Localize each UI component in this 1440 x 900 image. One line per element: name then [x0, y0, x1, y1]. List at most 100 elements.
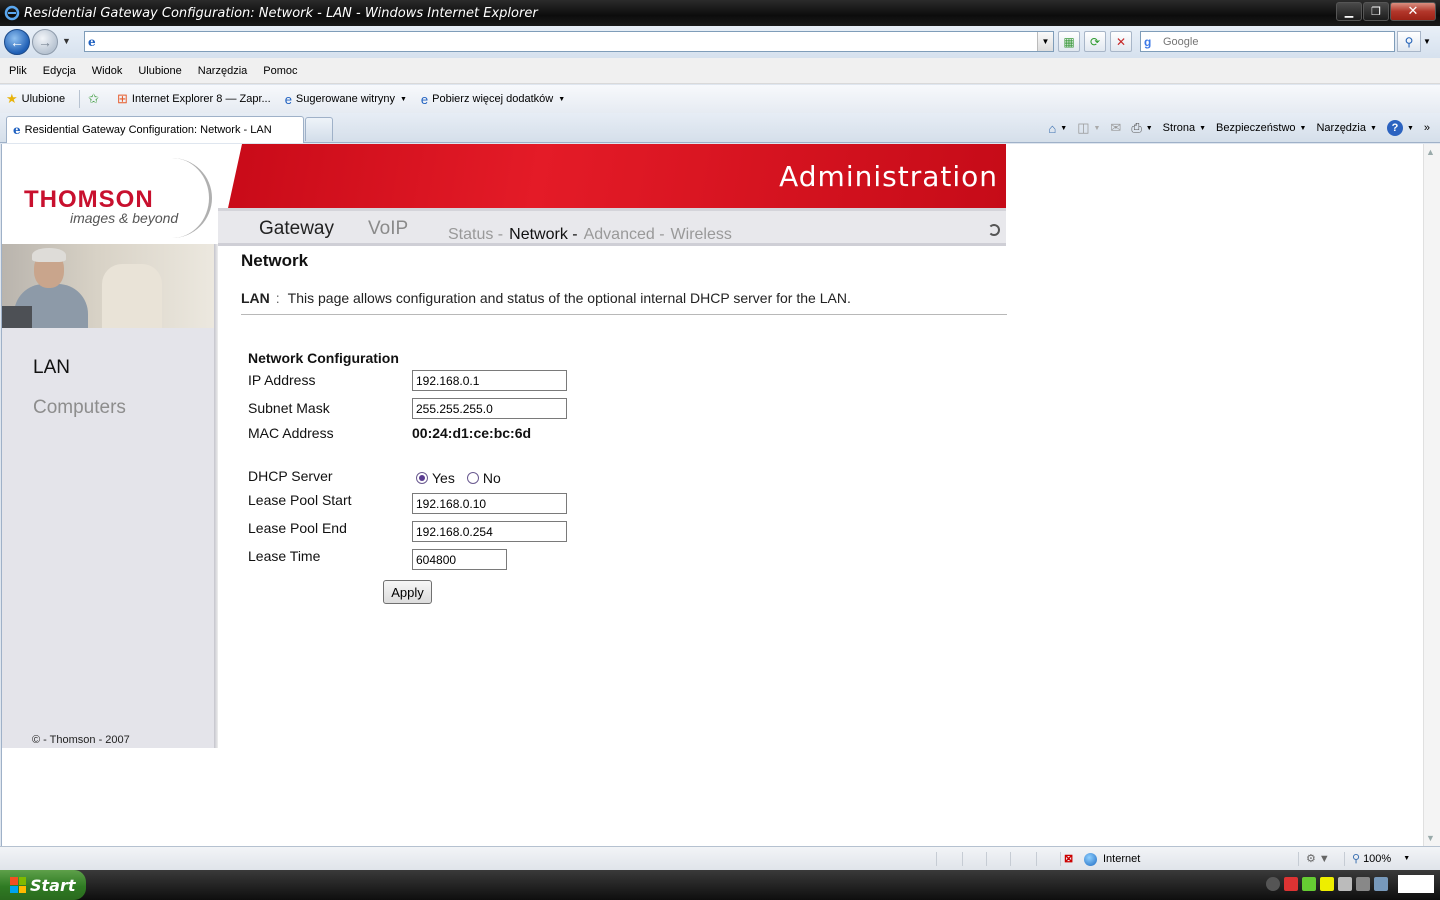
nav-gateway[interactable]: Gateway [259, 218, 334, 240]
radio-unchecked-icon [466, 472, 479, 484]
back-button[interactable]: ← [4, 29, 30, 55]
pool-start-label: Lease Pool Start [248, 492, 352, 508]
page-description: LAN: This page allows configuration and s… [241, 290, 851, 306]
rss-icon: ◫ [1077, 120, 1090, 135]
subnav-advanced[interactable]: Advanced - [584, 226, 665, 244]
ip-address-input[interactable] [412, 370, 567, 391]
safety-menu-button[interactable]: Bezpieczeństwo ▼ [1216, 122, 1306, 134]
dhcp-no-radio[interactable]: No [466, 470, 501, 486]
mail-icon: ✉ [1110, 120, 1122, 135]
menu-plik[interactable]: Plik [9, 65, 27, 77]
security-zone[interactable]: ⊠ Internet [1064, 852, 1140, 866]
tray-wifi-icon[interactable] [1356, 877, 1370, 891]
start-button[interactable]: Start [0, 870, 86, 900]
tray-antivirus-icon[interactable] [1284, 877, 1298, 891]
protected-mode-icon[interactable]: ⚙ ▼ [1306, 852, 1330, 865]
menu-bar: Plik Edycja Widok Ulubione Narzędzia Pom… [0, 58, 1440, 84]
page-menu-button[interactable]: Strona ▼ [1163, 122, 1206, 134]
vertical-scrollbar[interactable]: ▲ ▼ [1423, 144, 1440, 846]
minimize-button[interactable]: ▁ [1336, 2, 1362, 21]
favorites-button[interactable]: ★ Ulubione [6, 91, 65, 107]
tools-menu-button[interactable]: Narzędzia ▼ [1316, 122, 1376, 134]
home-button[interactable]: ⌂ ▼ [1048, 121, 1067, 136]
tray-volume-icon[interactable] [1338, 877, 1352, 891]
mail-button[interactable]: ✉ [1110, 120, 1121, 136]
lease-time-label: Lease Time [248, 548, 321, 564]
star-icon: ★ [6, 91, 18, 106]
search-options-dropdown[interactable]: ▼ [1423, 37, 1431, 46]
search-input[interactable] [1163, 35, 1383, 48]
menu-narzedzia[interactable]: Narzędzia [198, 65, 248, 77]
windows-logo-icon [10, 877, 26, 893]
arrow-left-icon: ← [10, 34, 24, 50]
subnet-label: Subnet Mask [248, 400, 330, 416]
fav-link-ie8-label: Internet Explorer 8 — Zapr... [131, 93, 271, 105]
stop-button[interactable]: ✕ [1110, 31, 1132, 52]
ip-label: IP Address [248, 372, 316, 388]
add-favorite-icon: ✩ [88, 91, 99, 106]
subnav-status[interactable]: Status - [448, 226, 503, 244]
menu-pomoc[interactable]: Pomoc [263, 65, 297, 77]
subnav-wireless[interactable]: Wireless [671, 226, 732, 244]
tray-network-icon[interactable] [1302, 877, 1316, 891]
fav-link-suggested[interactable]: e Sugerowane witryny ▼ [285, 92, 407, 107]
menu-ulubione[interactable]: Ulubione [138, 65, 181, 77]
pool-end-label: Lease Pool End [248, 520, 347, 536]
tray-notes-icon[interactable] [1320, 877, 1334, 891]
close-icon: ✕ [1407, 4, 1419, 19]
header-title: Administration [779, 160, 998, 193]
tab-router-config[interactable]: e Residential Gateway Configuration: Net… [6, 116, 304, 143]
search-button[interactable]: ⚲ [1397, 31, 1421, 52]
print-button[interactable]: ⎙ ▼ [1131, 120, 1152, 136]
dhcp-yes-radio[interactable]: Yes [416, 470, 455, 486]
close-window-button[interactable]: ✕ [1390, 2, 1436, 21]
refresh-button[interactable]: ⟳ [1084, 31, 1106, 52]
page-icon: e [284, 91, 292, 107]
zoom-control[interactable]: ⚲ 100% ▼ [1352, 852, 1410, 866]
mac-address-value: 00:24:d1:ce:bc:6d [412, 425, 532, 441]
more-tools-button[interactable]: » [1424, 122, 1430, 134]
feeds-button[interactable]: ◫ ▼ [1077, 120, 1100, 136]
header-banner: Administration [228, 144, 1006, 208]
lease-time-input[interactable] [412, 549, 507, 570]
sidebar-item-computers[interactable]: Computers [33, 397, 126, 419]
fav-link-addons[interactable]: e Pobierz więcej dodatków ▼ [421, 92, 565, 107]
subnav-network[interactable]: Network - [509, 226, 577, 244]
tools-menu-label: Narzędzia [1316, 122, 1366, 134]
subnet-mask-input[interactable] [412, 398, 567, 419]
scroll-up-icon[interactable]: ▲ [1426, 147, 1435, 157]
menu-widok[interactable]: Widok [92, 65, 123, 77]
tray-expand-icon[interactable] [1266, 877, 1280, 891]
nav-voip[interactable]: VoIP [368, 218, 408, 240]
restore-button[interactable]: ❐ [1363, 2, 1389, 21]
address-toolbar: ← → ▼ e ▼ ▦ ⟳ ✕ g ⚲ ▼ [0, 26, 1440, 58]
apply-button[interactable]: Apply [383, 580, 432, 604]
chevron-down-icon: ▼ [1406, 124, 1414, 132]
tray-clock[interactable] [1398, 875, 1434, 893]
page-viewport: THOMSON images & beyond Administration G… [1, 144, 1423, 846]
forward-button[interactable]: → [32, 29, 58, 55]
fav-link-ie8[interactable]: ⊞ Internet Explorer 8 — Zapr... [117, 91, 271, 107]
tab-row: e Residential Gateway Configuration: Net… [0, 113, 1440, 143]
menu-edycja[interactable]: Edycja [43, 65, 76, 77]
page-title: Network [241, 251, 309, 270]
status-bar: ⊠ Internet ⚙ ▼ ⚲ 100% ▼ [0, 846, 1440, 870]
lease-pool-end-input[interactable] [412, 521, 567, 542]
restore-icon: ❐ [1371, 5, 1381, 18]
address-dropdown[interactable]: ▼ [1037, 32, 1053, 51]
address-bar[interactable]: e ▼ [84, 31, 1054, 52]
scroll-down-icon[interactable]: ▼ [1426, 833, 1435, 843]
tray-bluetooth-icon[interactable] [1374, 877, 1388, 891]
sidebar-item-lan[interactable]: LAN [33, 357, 70, 379]
chevron-down-icon: ▼ [1093, 124, 1101, 132]
window-titlebar: Residential Gateway Configuration: Netwo… [0, 0, 1440, 26]
dhcp-radio-group: Yes No [416, 470, 513, 486]
new-tab-button[interactable] [305, 117, 333, 141]
lease-pool-start-input[interactable] [412, 493, 567, 514]
help-button[interactable]: ? ▼ [1386, 120, 1414, 136]
add-favorite-button[interactable]: ✩ [88, 91, 103, 107]
recent-pages-dropdown[interactable]: ▼ [62, 36, 71, 46]
compatibility-view-button[interactable]: ▦ [1058, 31, 1080, 52]
search-box[interactable]: g [1140, 31, 1395, 52]
start-label: Start [30, 875, 76, 895]
